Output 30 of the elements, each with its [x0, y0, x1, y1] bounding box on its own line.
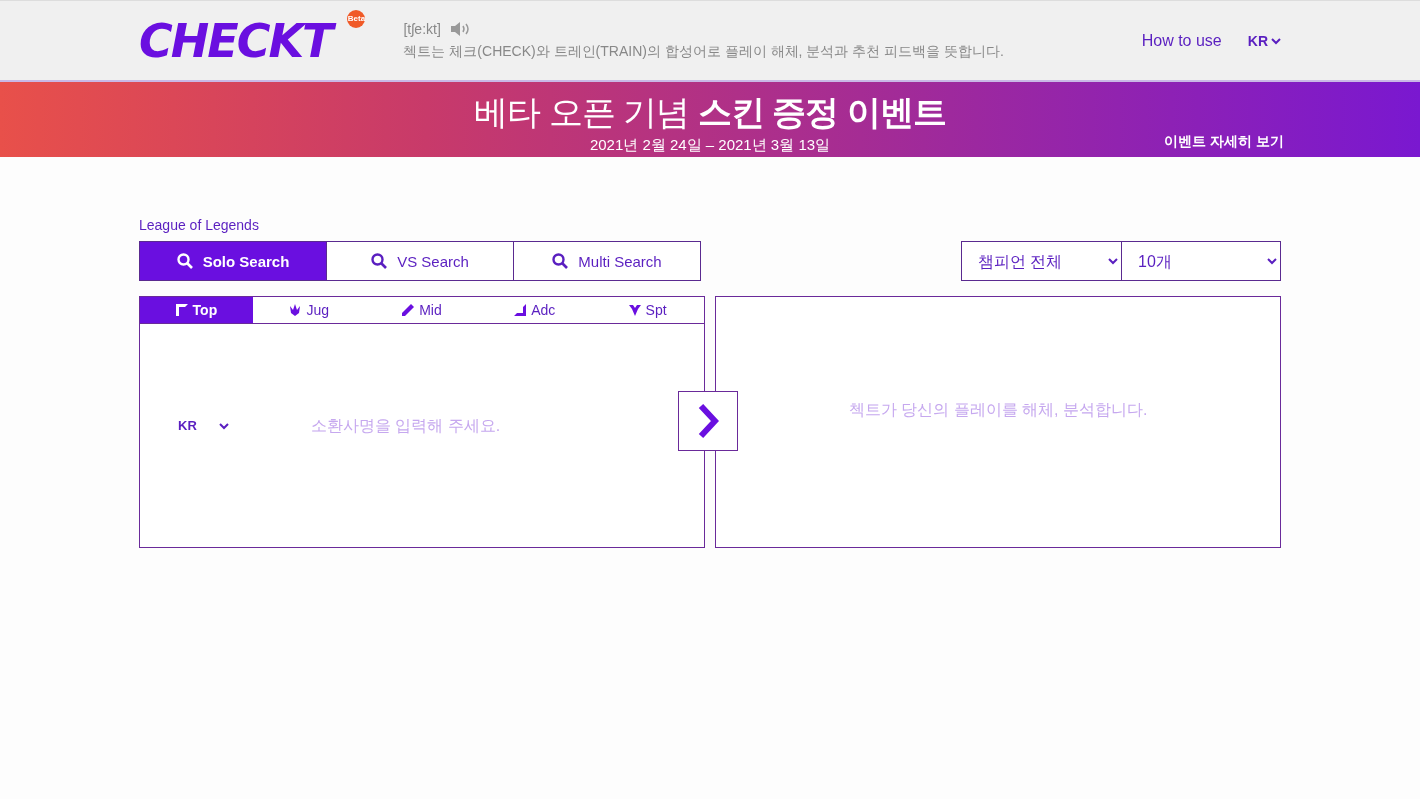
- top-lane-icon: [175, 304, 188, 316]
- event-banner[interactable]: 베타 오픈 기념 스킨 증정 이벤트 2021년 2월 24일 – 2021년 3월 13일 이벤트 자세히 보기: [0, 82, 1420, 157]
- description-text: 첵트는 체크(CHECK)와 트레인(TRAIN)의 합성어로 플레이 해체, 분석과 추천 피드백을 뜻합니다.: [403, 42, 1004, 61]
- game-label: League of Legends: [139, 217, 260, 233]
- banner-dates: 2021년 2월 24일 – 2021년 3월 13일: [589, 136, 831, 155]
- language-selector[interactable]: KR: [1247, 32, 1281, 49]
- banner-title: 베타 오픈 기념 스킨 증정 이벤트: [474, 92, 946, 133]
- result-message: 첵트가 당신의 플레이를 해체, 분석합니다.: [848, 399, 1148, 420]
- how-to-use-link[interactable]: How to use: [1141, 31, 1222, 50]
- region-selector[interactable]: KR: [178, 418, 229, 433]
- chevron-down-icon: [1271, 36, 1281, 45]
- submit-button[interactable]: [678, 391, 738, 451]
- search-icon: [552, 253, 569, 269]
- bottom-lane-icon: [514, 304, 527, 316]
- support-icon: [628, 304, 641, 316]
- claw-icon: [289, 304, 302, 316]
- search-tab[interactable]: Multi Search: [513, 241, 701, 281]
- mid-lane-icon: [402, 304, 415, 316]
- summoner-name-field[interactable]: 소환사명을 입력해 주세요.: [308, 415, 569, 436]
- event-details-link[interactable]: 이벤트 자세히 보기: [1164, 133, 1284, 151]
- role-tab[interactable]: Top: [140, 297, 253, 323]
- search-icon: [176, 253, 193, 269]
- search-tab[interactable]: VS Search: [326, 241, 514, 281]
- chevron-down-icon: [218, 421, 229, 430]
- filter-dropdown[interactable]: 10개: [1121, 241, 1281, 281]
- filter-dropdown[interactable]: 챔피언 전체: [961, 241, 1122, 281]
- search-icon: [371, 253, 388, 269]
- search-tab[interactable]: Solo Search: [139, 241, 327, 281]
- chevron-right-icon: [697, 403, 719, 439]
- pronunciation-text: [tʃe:kt]: [403, 20, 441, 37]
